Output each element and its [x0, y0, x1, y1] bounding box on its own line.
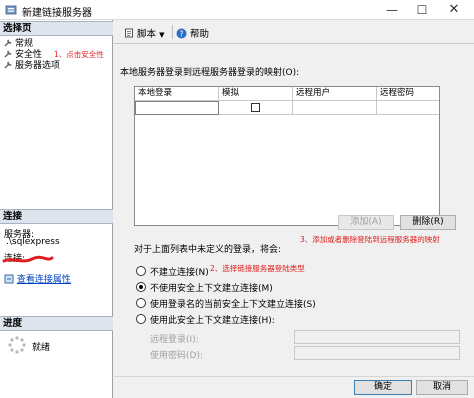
redaction-scribble	[2, 255, 54, 263]
svg-text:?: ?	[179, 29, 183, 38]
wrench-icon	[4, 39, 12, 47]
annotation-select-login-type: 2、选择链接服务器登陆类型	[210, 264, 305, 273]
annotation-click-security: 1、点击安全性	[54, 50, 104, 59]
wrench-icon	[4, 61, 12, 69]
login-mapping-grid[interactable]: 本地登录 模拟 远程用户 远程密码	[134, 86, 440, 226]
server-link-app-icon	[5, 5, 17, 15]
wrench-icon	[4, 50, 12, 58]
script-icon	[125, 28, 133, 38]
progress-spinner-icon	[8, 336, 26, 354]
window-title: 新建链接服务器	[22, 8, 92, 19]
column-header-remote-user[interactable]: 远程用户	[293, 87, 377, 101]
properties-icon	[4, 274, 14, 284]
column-header-local-login[interactable]: 本地登录	[135, 87, 219, 101]
help-icon: ?	[176, 28, 187, 39]
annotation-add-delete-mapping: 3、添加或者删除登陆到远程服务器的映射	[300, 235, 440, 244]
page-item-label: 安全性	[15, 50, 43, 60]
impersonate-checkbox[interactable]	[251, 103, 260, 112]
script-label: 脚本	[137, 29, 157, 40]
page-item-label: 服务器选项	[15, 61, 61, 71]
page-item-server-options[interactable]: 服务器选项	[4, 60, 60, 71]
radio-label-current-security-context[interactable]: 使用登录名的当前安全上下文建立连接(S)	[150, 297, 316, 310]
page-item-general[interactable]: 常规	[4, 38, 33, 49]
footer-divider	[114, 376, 474, 377]
radio-no-security-context[interactable]	[136, 282, 146, 292]
select-page-header: 选择页	[0, 21, 113, 36]
toolbar: 脚本 ▼ ? 帮助	[114, 20, 474, 44]
help-button[interactable]: ? 帮助	[176, 26, 209, 40]
toolbar-separator	[172, 25, 173, 39]
view-connection-properties-label[interactable]: 查看连接属性	[17, 275, 71, 285]
grid-cell-remote-password[interactable]	[377, 101, 439, 115]
page-item-security[interactable]: 安全性	[4, 49, 42, 60]
title-bar: 新建链接服务器 — ☐ ✕	[0, 0, 474, 20]
left-pane: 选择页 常规 安全性 服务器选项 1、点击安全性 连接 服务器: .\sqlex…	[0, 20, 113, 398]
password-input[interactable]	[294, 346, 460, 360]
column-header-remote-password[interactable]: 远程密码	[377, 87, 439, 101]
connection-header: 连接	[0, 209, 113, 224]
radio-current-security-context[interactable]	[136, 298, 146, 308]
chevron-down-icon[interactable]: ▼	[159, 31, 164, 39]
password-label: 使用密码(D):	[150, 351, 203, 361]
progress-status: 就绪	[32, 343, 51, 353]
progress-header: 进度	[0, 316, 113, 331]
help-label: 帮助	[190, 29, 210, 40]
radio-no-connection[interactable]	[136, 266, 146, 276]
view-connection-properties-link[interactable]: 查看连接属性	[4, 272, 71, 285]
delete-mapping-button[interactable]: 删除(R)	[400, 215, 456, 230]
radio-label-no-connection[interactable]: 不建立连接(N)	[150, 265, 209, 278]
server-value: .\sqlexpress	[6, 237, 60, 247]
undefined-login-prompt: 对于上面列表中未定义的登录，将会:	[134, 245, 282, 255]
maximize-button[interactable]: ☐	[408, 0, 436, 20]
grid-cell-impersonate[interactable]	[219, 101, 293, 115]
minimize-button[interactable]: —	[378, 0, 406, 20]
close-button[interactable]: ✕	[440, 0, 468, 20]
cancel-button[interactable]: 取消	[416, 380, 468, 395]
page-item-label: 常规	[15, 39, 34, 49]
add-mapping-button[interactable]: 添加(A)	[338, 215, 394, 230]
grid-cell-local-login[interactable]	[135, 101, 219, 115]
radio-selected-dot	[139, 285, 143, 289]
remote-login-input[interactable]	[294, 330, 460, 344]
right-pane: 脚本 ▼ ? 帮助 本地服务器登录到远程服务器登录的映射(O): 本地登录 模拟…	[114, 20, 474, 398]
mapping-title: 本地服务器登录到远程服务器登录的映射(O):	[120, 68, 300, 78]
radio-label-no-security-context[interactable]: 不使用安全上下文建立连接(M)	[150, 281, 273, 294]
ok-button[interactable]: 确定	[354, 380, 412, 395]
remote-login-label: 远程登录(I):	[150, 335, 199, 345]
script-button[interactable]: 脚本 ▼	[124, 26, 164, 40]
radio-label-this-security-context[interactable]: 使用此安全上下文建立连接(H):	[150, 313, 275, 326]
radio-this-security-context[interactable]	[136, 314, 146, 324]
column-header-impersonate[interactable]: 模拟	[219, 87, 293, 101]
grid-cell-remote-user[interactable]	[293, 101, 377, 115]
